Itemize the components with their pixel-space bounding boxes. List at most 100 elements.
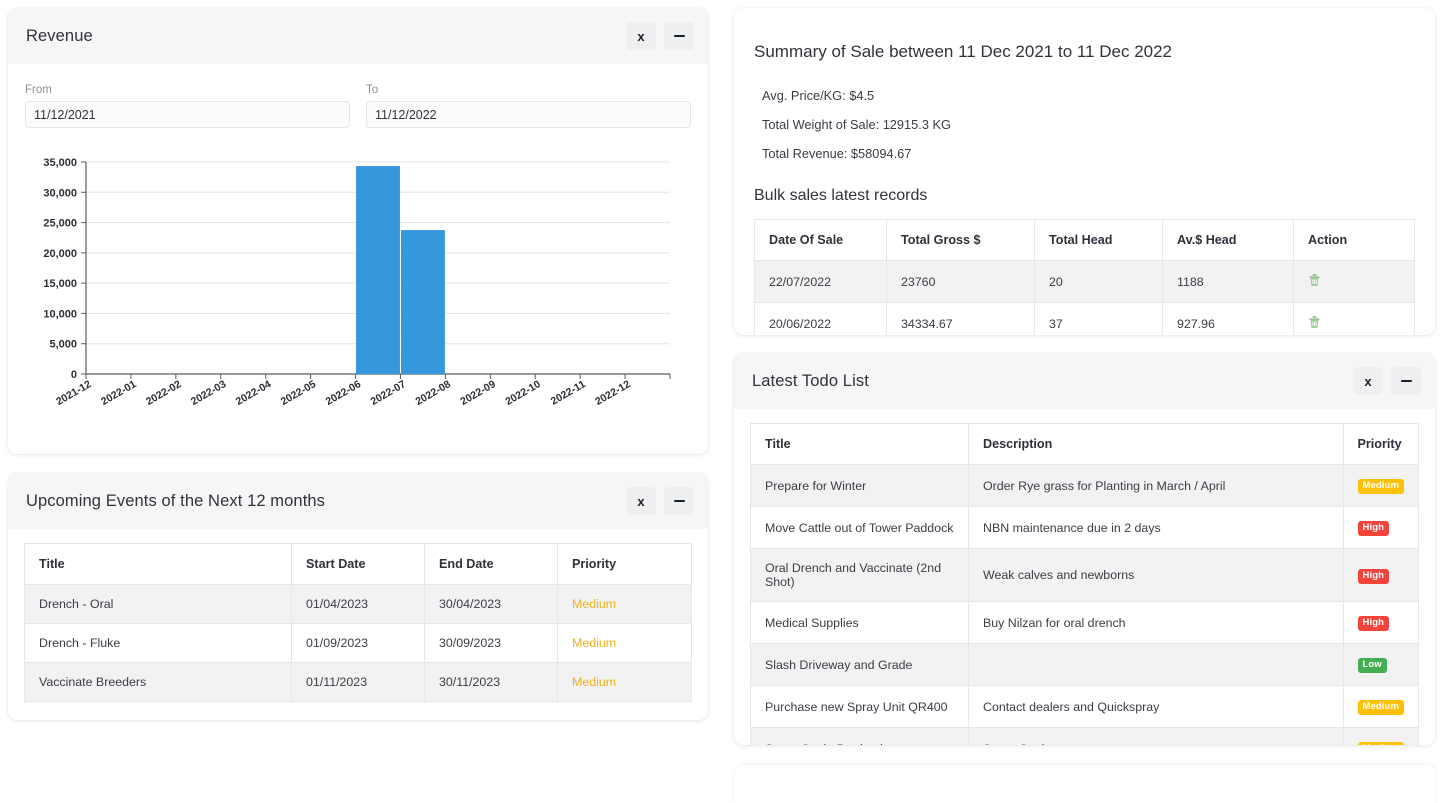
table-row: 20/06/2022 34334.67 37 927.96 xyxy=(754,302,1415,336)
cell-priority: Medium xyxy=(557,662,692,702)
cell-title: Oral Drench and Vaccinate (2nd Shot) xyxy=(750,548,969,603)
status-badge: Medium xyxy=(1357,700,1404,716)
minimize-button[interactable] xyxy=(664,487,694,515)
cell-total-gross: 34334.67 xyxy=(886,302,1035,336)
table-row: Drench - Oral 01/04/2023 30/04/2023 Medium xyxy=(24,584,692,624)
cell-title: Purchase new Spray Unit QR400 xyxy=(750,685,969,729)
to-date-label: To xyxy=(366,84,379,96)
status-badge: High xyxy=(1357,616,1390,632)
table-row: Spray Cattle BarricadeSpray Cattle Medium xyxy=(750,727,1419,746)
column-header-title: Title xyxy=(24,543,292,585)
cell-priority: Medium xyxy=(557,584,692,624)
todo-panel-header: Latest Todo List x xyxy=(734,353,1435,410)
cell-end-date: 30/04/2023 xyxy=(424,584,558,624)
trash-icon[interactable] xyxy=(1308,315,1321,331)
cell-priority: Medium xyxy=(1342,685,1419,729)
trash-icon[interactable] xyxy=(1308,273,1321,289)
column-header-priority: Priority xyxy=(1342,423,1419,466)
cell-title: Vaccinate Breeders xyxy=(24,662,292,702)
cell-priority: Medium xyxy=(557,623,692,663)
events-panel-header: Upcoming Events of the Next 12 months x xyxy=(8,473,708,529)
cell-description: Buy Nilzan for oral drench xyxy=(968,601,1344,645)
minimize-button[interactable] xyxy=(1391,367,1421,396)
table-row: Prepare for Winter Order Rye grass for Pl… xyxy=(750,464,1419,508)
from-date-field-group: From xyxy=(25,84,350,128)
cell-priority: Medium xyxy=(1342,464,1419,508)
close-button[interactable]: x xyxy=(1353,367,1383,396)
summary-title: Summary of Sale between 11 Dec 2021 to 1… xyxy=(754,42,1173,61)
column-header-description: Description xyxy=(968,423,1344,466)
status-badge: Medium xyxy=(1357,742,1404,746)
x-axis-tick-label: 2022-03 xyxy=(189,378,229,408)
partial-cell-one xyxy=(752,796,927,803)
x-axis-tick-label: 2022-11 xyxy=(549,378,588,407)
status-badge: High xyxy=(1357,521,1390,537)
cell-description: Contact dealers and Quickspray xyxy=(968,685,1344,729)
cell-title: Spray Cattle Barricade xyxy=(750,727,969,746)
date-range-row: From To xyxy=(24,78,692,128)
cell-description: Weak calves and newborns xyxy=(968,548,1344,603)
from-date-input[interactable] xyxy=(25,101,350,128)
page-title: Revenue xyxy=(26,26,93,45)
column-header-avg-head: Av.$ Head xyxy=(1162,219,1294,261)
close-button[interactable]: x xyxy=(626,22,656,50)
minimize-button[interactable] xyxy=(664,22,694,50)
minimize-icon xyxy=(1400,379,1412,383)
partial-row xyxy=(734,789,1435,803)
summary-panel: Summary of Sale between 11 Dec 2021 to 1… xyxy=(734,8,1435,336)
priority-text: Medium xyxy=(572,636,617,650)
x-axis-tick-label: 2022-04 xyxy=(234,378,274,408)
todo-table: Title Description Priority Prepare for W… xyxy=(750,423,1419,746)
column-header-total-gross: Total Gross $ xyxy=(886,219,1035,261)
table-row: Drench - Fluke 01/09/2023 30/09/2023 Medium xyxy=(24,623,692,663)
x-axis-tick-label: 2022-07 xyxy=(369,378,409,408)
events-panel-header-buttons: x xyxy=(626,487,694,515)
cell-start-date: 01/04/2023 xyxy=(291,584,425,624)
close-icon: x xyxy=(637,493,645,509)
cell-priority: High xyxy=(1342,601,1419,645)
revenue-bar-chart: 0 5,000 10,000 15,000 20,000 25,000 30,000 35,0… xyxy=(24,154,692,436)
left-column: Revenue x From To xyxy=(0,0,716,803)
cell-action xyxy=(1293,302,1415,336)
cell-end-date: 30/09/2023 xyxy=(424,623,558,663)
table-header-row: Date Of Sale Total Gross $ Total Head Av… xyxy=(754,219,1415,261)
x-axis-tick-label: 2022-09 xyxy=(458,378,498,408)
x-axis-tick-label: 2022-08 xyxy=(414,378,454,408)
todo-table-body: Prepare for Winter Order Rye grass for Pl… xyxy=(750,464,1419,746)
column-header-total-head: Total Head xyxy=(1034,219,1163,261)
status-badge: Low xyxy=(1357,658,1387,674)
column-header-title: Title xyxy=(750,423,969,466)
x-axis-tick-label: 2022-12 xyxy=(593,378,633,408)
to-date-input[interactable] xyxy=(366,101,691,128)
summary-avg-price: Avg. Price/KG: $4.5 xyxy=(762,88,875,103)
cell-end-date: 30/11/2023 xyxy=(424,662,558,702)
column-header-date-of-sale: Date Of Sale xyxy=(754,219,887,261)
bar[interactable] xyxy=(400,230,445,374)
summary-total-weight: Total Weight of Sale: 12915.3 KG xyxy=(762,117,951,132)
status-badge: Medium xyxy=(1357,479,1404,495)
bar[interactable] xyxy=(356,166,400,374)
cell-title: Move Cattle out of Tower Paddock xyxy=(750,506,969,550)
y-axis-tick-label: 15,000 xyxy=(43,278,77,290)
revenue-panel-body: From To 0 5,000 10,000 15,000 20,000 25,000 30… xyxy=(8,64,708,454)
summary-panel-body: Summary of Sale between 11 Dec 2021 to 1… xyxy=(734,8,1435,336)
table-row: Slash Driveway and Grade Low xyxy=(750,643,1419,687)
todo-panel-title: Latest Todo List xyxy=(752,371,869,390)
cell-description xyxy=(968,643,1344,687)
events-panel-title: Upcoming Events of the Next 12 months xyxy=(26,491,326,510)
cell-action xyxy=(1293,260,1415,303)
cell-description: Spray Cattle xyxy=(968,727,1344,746)
from-date-label: From xyxy=(25,84,52,96)
summary-total-revenue: Total Revenue: $58094.67 xyxy=(762,146,912,161)
column-header-priority: Priority xyxy=(557,543,692,585)
revenue-chart-svg: 0 5,000 10,000 15,000 20,000 25,000 30,000 35,0… xyxy=(43,157,671,408)
y-axis-tick-label: 0 xyxy=(71,369,77,381)
x-axis-tick-label: 2021-12 xyxy=(54,378,94,408)
table-row: Move Cattle out of Tower Paddock NBN main… xyxy=(750,506,1419,550)
cell-priority: High xyxy=(1342,548,1419,603)
cell-avg-head: 1188 xyxy=(1162,260,1294,303)
todo-panel-body: Title Description Priority Prepare for W… xyxy=(734,409,1435,746)
y-axis-tick-label: 5,000 xyxy=(49,339,77,351)
close-icon: x xyxy=(637,28,645,44)
close-button[interactable]: x xyxy=(626,487,656,515)
